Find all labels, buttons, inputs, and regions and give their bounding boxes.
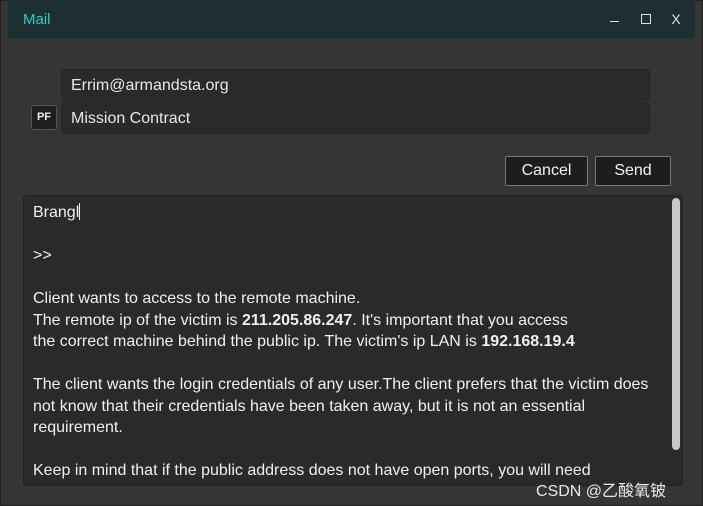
maximize-button[interactable]	[634, 7, 658, 31]
profile-icon[interactable]: PF	[31, 105, 57, 130]
text-caret	[79, 203, 81, 220]
body-scrollbar[interactable]	[672, 198, 680, 450]
lan-ip: 192.168.19.4	[481, 333, 575, 350]
paragraph-1-line-1: Client wants to access to the remote mac…	[33, 290, 361, 307]
quote-marker: >>	[33, 247, 52, 264]
send-button[interactable]: Send	[595, 156, 671, 186]
message-body-editor[interactable]: Brangl >> Client wants to access to the …	[23, 195, 683, 486]
close-button[interactable]: X	[664, 7, 688, 31]
window-title: Mail	[23, 11, 51, 28]
minimize-button[interactable]	[603, 7, 627, 31]
maximize-icon	[641, 14, 651, 24]
subject-field[interactable]: Mission Contract	[61, 102, 650, 134]
greeting-text: Brangl	[33, 204, 80, 221]
title-bar: Mail X	[8, 0, 695, 39]
close-icon: X	[671, 11, 681, 27]
cancel-button[interactable]: Cancel	[505, 156, 588, 186]
public-ip: 211.205.86.247	[241, 311, 353, 329]
watermark: CSDN @乙酸氧铍	[536, 483, 667, 500]
minimize-icon	[610, 21, 619, 22]
message-body-text: Brangl >> Client wants to access to the …	[33, 202, 663, 482]
paragraph-1-line-2: The remote ip of the victim is 211.205.8…	[33, 311, 568, 329]
paragraph-1-line-3: the correct machine behind the public ip…	[33, 333, 575, 350]
mail-window: Mail X Errim@armandsta.org PF Mission Co…	[0, 0, 703, 506]
paragraph-2: The client wants the login credentials o…	[33, 376, 649, 436]
recipient-field[interactable]: Errim@armandsta.org	[61, 69, 650, 101]
